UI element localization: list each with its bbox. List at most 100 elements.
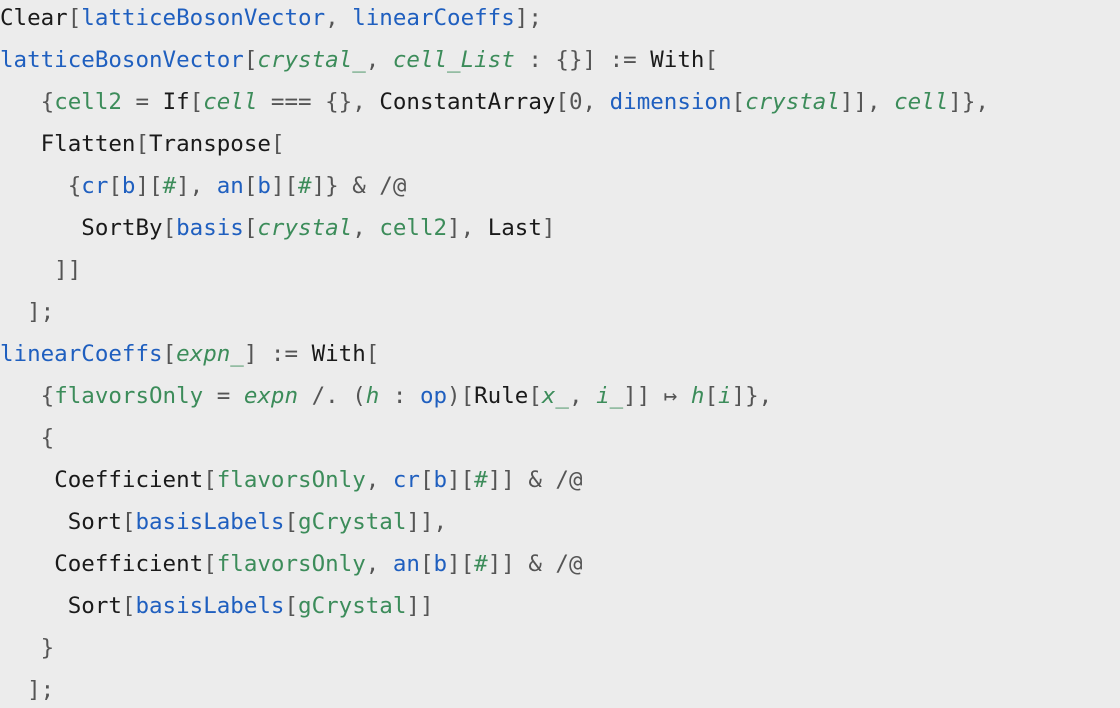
code-token: Last <box>487 215 542 241</box>
code-token: , <box>325 5 353 31</box>
code-token: dimension <box>609 89 732 115</box>
code-token: ]}, <box>948 89 989 115</box>
code-token: flavorsOnly <box>216 551 366 577</box>
code-line: {cr[b][#], an[b][#]} & /@ <box>0 165 407 207</box>
code-token: gCrystal <box>298 593 407 619</box>
code-line: ]; <box>0 291 54 333</box>
code-cell[interactable]: Clear[latticeBosonVector, linearCoeffs];… <box>0 0 1120 708</box>
code-token: op <box>419 383 448 409</box>
code-token: x_ <box>541 383 569 409</box>
code-token: basis <box>176 215 244 241</box>
code-token: # <box>162 173 177 199</box>
code-token: ]], <box>406 509 448 535</box>
code-token: [ <box>270 131 285 157</box>
code-token: an <box>392 551 420 577</box>
code-token: Coefficient <box>54 551 204 577</box>
code-token: latticeBosonVector <box>81 5 326 31</box>
code-token: [ <box>203 551 217 577</box>
code-line: Clear[latticeBosonVector, linearCoeffs]; <box>0 0 542 39</box>
code-token: ]] ↦ <box>623 383 691 409</box>
code-token: basisLabels <box>135 593 285 619</box>
code-token: b <box>433 551 448 577</box>
code-token: [ <box>365 341 380 367</box>
code-token: [ <box>121 509 136 535</box>
code-line: latticeBosonVector[crystal_, cell_List :… <box>0 39 718 81</box>
code-token: [ <box>243 215 258 241</box>
code-token: /. ( <box>298 383 366 409</box>
code-token: crystal_ <box>257 47 366 73</box>
code-token: { <box>0 425 55 451</box>
code-token: [ <box>243 47 258 73</box>
code-token: [ <box>203 467 217 493</box>
code-token: , <box>568 383 597 409</box>
code-token: cell2 <box>379 215 448 241</box>
code-token: ]; <box>0 677 55 703</box>
code-line: { <box>0 417 55 459</box>
code-token: i_ <box>596 383 624 409</box>
code-token: [ <box>162 341 177 367</box>
code-token: ][ <box>135 173 163 199</box>
code-token: = <box>121 89 163 115</box>
code-token: [0, <box>555 89 610 115</box>
code-token: ], <box>176 173 217 199</box>
code-token: ] <box>541 215 556 241</box>
code-token: : {}] := <box>514 47 651 73</box>
code-token: [ <box>731 89 746 115</box>
code-token: ]] <box>406 593 434 619</box>
code-token: ][ <box>447 551 475 577</box>
code-token: )[ <box>447 383 475 409</box>
code-token: an <box>216 173 244 199</box>
code-token: flavorsOnly <box>216 467 366 493</box>
code-token: cell <box>894 89 949 115</box>
code-token: Clear <box>0 5 68 31</box>
code-token: ]; <box>514 5 542 31</box>
code-token: , <box>365 47 393 73</box>
code-token: SortBy <box>81 215 163 241</box>
code-token: ]; <box>0 299 55 325</box>
code-line: Coefficient[flavorsOnly, cr[b][#]] & /@ <box>0 459 582 501</box>
code-token: [ <box>284 593 299 619</box>
code-token: expn <box>243 383 299 409</box>
code-token: i <box>717 383 732 409</box>
code-token: [ <box>284 509 299 535</box>
code-token: { <box>0 173 82 199</box>
code-token: b <box>257 173 271 199</box>
code-token: , <box>365 467 393 493</box>
code-line: Flatten[Transpose[ <box>0 123 285 165</box>
code-line: } <box>0 627 55 669</box>
code-token: cr <box>392 467 420 493</box>
code-line: Sort[basisLabels[gCrystal]] <box>0 585 434 627</box>
code-line: {cell2 = If[cell === {}, ConstantArray[0… <box>0 81 989 123</box>
code-token: [ <box>108 173 122 199</box>
code-token: basisLabels <box>135 509 285 535</box>
code-token: cell <box>203 89 258 115</box>
code-token: gCrystal <box>298 509 407 535</box>
code-token: ]} & /@ <box>311 173 407 199</box>
code-line: {flavorsOnly = expn /. (h : op)[Rule[x_,… <box>0 375 773 417</box>
code-token: # <box>474 467 488 493</box>
code-token: [ <box>135 131 150 157</box>
code-token: ]], <box>839 89 895 115</box>
code-token: : <box>379 383 420 409</box>
code-token: } <box>0 635 55 661</box>
code-token: ]] <box>0 257 82 283</box>
code-token: b <box>433 467 448 493</box>
code-token: { <box>0 383 55 409</box>
code-token: cr <box>81 173 109 199</box>
code-line: ]; <box>0 669 54 708</box>
code-token: # <box>298 173 312 199</box>
code-token: Sort <box>67 593 122 619</box>
code-token: ]}, <box>731 383 773 409</box>
code-token: Transpose <box>149 131 271 157</box>
code-token: h <box>690 383 705 409</box>
code-token: With <box>650 47 705 73</box>
code-token: [ <box>419 551 434 577</box>
code-token: [ <box>162 215 177 241</box>
code-line: Coefficient[flavorsOnly, an[b][#]] & /@ <box>0 543 582 585</box>
code-token: , <box>352 215 380 241</box>
code-token: Flatten <box>40 131 136 157</box>
